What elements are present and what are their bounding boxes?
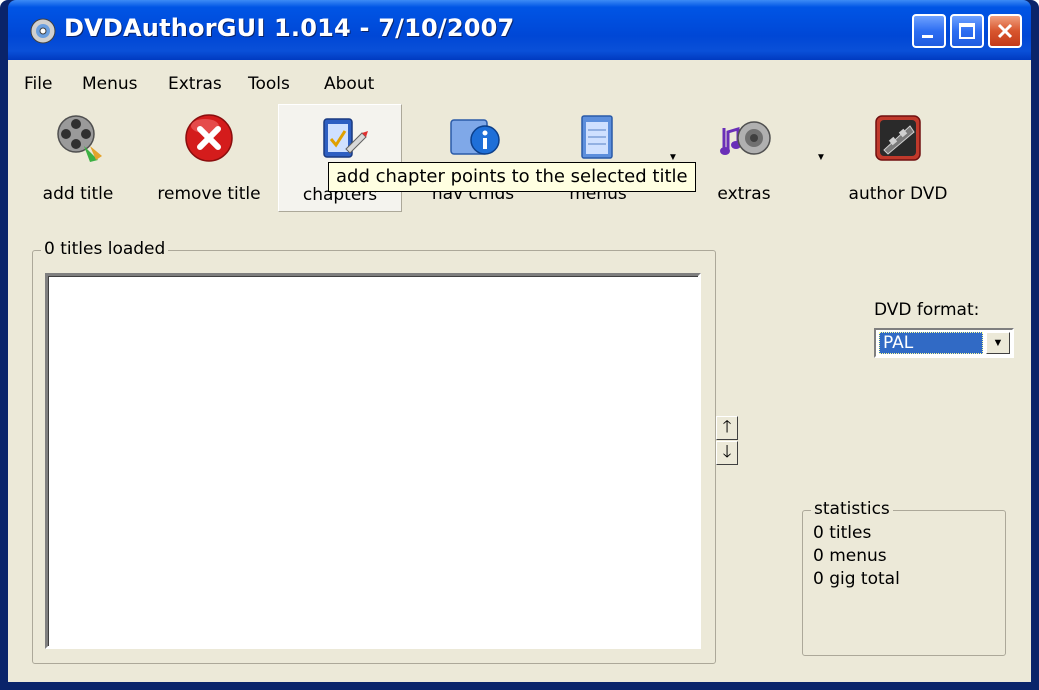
arrow-down-icon: 🡓 xyxy=(722,442,732,461)
extras-button[interactable]: extras xyxy=(704,104,784,212)
toolbar: add title remove title chapters nav cmds… xyxy=(8,100,1031,220)
checklist-pen-icon xyxy=(323,118,368,158)
menu-menus[interactable]: Menus xyxy=(82,74,138,94)
dvd-format-value: PAL xyxy=(879,332,983,354)
menus-button[interactable]: menus xyxy=(548,104,648,212)
close-icon xyxy=(997,23,1013,39)
info-window-icon xyxy=(450,119,500,155)
music-speaker-icon xyxy=(720,121,771,155)
film-strip-icon xyxy=(875,115,921,161)
extras-label: extras xyxy=(717,184,771,204)
dropdown-arrow-icon[interactable]: ▼ xyxy=(986,332,1010,354)
author-dvd-label: author DVD xyxy=(848,184,948,204)
app-window: DVDAuthorGUI 1.014 - 7/10/2007 File Menu… xyxy=(0,0,1039,690)
chapters-button[interactable]: chapters xyxy=(278,104,402,212)
window-title: DVDAuthorGUI 1.014 - 7/10/2007 xyxy=(64,14,515,42)
stat-menus: 0 menus xyxy=(813,546,887,566)
move-up-button[interactable]: 🡑 xyxy=(716,416,738,440)
arrow-up-icon: 🡑 xyxy=(722,417,732,436)
app-disc-icon xyxy=(30,18,56,44)
titles-group: 0 titles loaded xyxy=(32,239,716,664)
film-reel-icon xyxy=(57,115,102,162)
menu-extras[interactable]: Extras xyxy=(168,74,222,94)
stat-titles: 0 titles xyxy=(813,523,872,543)
menu-tools[interactable]: Tools xyxy=(248,74,290,94)
nav-cmds-button[interactable]: nav cmds xyxy=(418,104,528,212)
red-x-icon xyxy=(185,114,233,162)
statistics-group: statistics 0 titles 0 menus 0 gig total xyxy=(802,499,1006,656)
close-button[interactable] xyxy=(988,14,1022,48)
author-dvd-button[interactable]: author DVD xyxy=(838,104,958,212)
notepad-icon xyxy=(581,115,613,159)
add-title-label: add title xyxy=(42,184,114,204)
titles-loaded-label: 0 titles loaded xyxy=(41,239,169,259)
move-down-button[interactable]: 🡓 xyxy=(716,441,738,465)
tooltip: add chapter points to the selected title xyxy=(328,162,696,192)
maximize-icon xyxy=(959,23,975,39)
menu-bar: File Menus Extras Tools About xyxy=(8,60,1031,100)
minimize-button[interactable] xyxy=(912,14,946,48)
extras-dropdown-arrow-icon[interactable]: ▼ xyxy=(816,152,826,163)
stat-gig-total: 0 gig total xyxy=(813,569,900,589)
title-bar[interactable]: DVDAuthorGUI 1.014 - 7/10/2007 xyxy=(8,0,1031,60)
add-title-button[interactable]: add title xyxy=(30,104,126,212)
remove-title-label: remove title xyxy=(157,184,261,204)
titles-listbox[interactable] xyxy=(45,273,701,649)
dvd-format-label: DVD format: xyxy=(874,300,980,320)
minimize-icon xyxy=(922,35,933,38)
window-client-area: File Menus Extras Tools About add title xyxy=(8,60,1031,682)
maximize-button[interactable] xyxy=(950,14,984,48)
dvd-format-select[interactable]: PAL ▼ xyxy=(874,328,1014,358)
statistics-label: statistics xyxy=(811,499,893,519)
remove-title-button[interactable]: remove title xyxy=(144,104,274,212)
menu-about[interactable]: About xyxy=(324,74,374,94)
menu-file[interactable]: File xyxy=(24,74,52,94)
